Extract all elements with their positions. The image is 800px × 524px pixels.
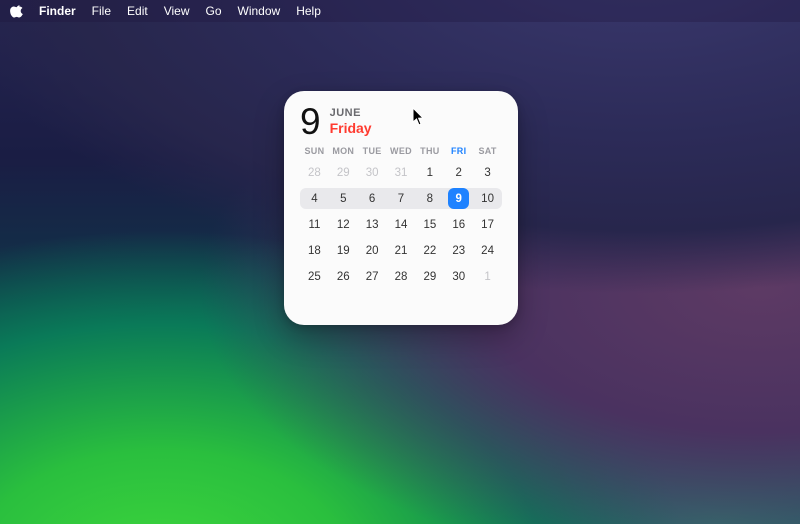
calendar-day-number: 1 [484,271,490,283]
calendar-day-number: 11 [308,219,320,231]
calendar-day[interactable]: 18 [300,238,329,263]
calendar-day[interactable]: 13 [358,212,387,237]
calendar-day-number: 29 [337,167,350,179]
calendar-day[interactable]: 21 [387,238,416,263]
menu-item-go[interactable]: Go [206,0,222,22]
calendar-day[interactable]: 12 [329,212,358,237]
calendar-dow-fri: FRI [444,146,473,156]
calendar-day[interactable]: 26 [329,264,358,289]
calendar-day-number: 4 [311,193,317,205]
calendar-day-number: 29 [423,271,436,283]
calendar-day[interactable]: 1 [415,160,444,185]
calendar-day-number: 15 [423,219,436,231]
calendar-day[interactable]: 6 [358,186,387,211]
calendar-day-number: 18 [308,245,321,257]
calendar-day-number: 6 [369,193,375,205]
calendar-day[interactable]: 8 [415,186,444,211]
calendar-day-number: 1 [427,167,433,179]
calendar-day[interactable]: 3 [473,160,502,185]
calendar-dow-mon: MON [329,146,358,156]
calendar-day-number: 3 [484,167,490,179]
calendar-day-number: 8 [427,193,433,205]
calendar-day[interactable]: 5 [329,186,358,211]
calendar-day-number: 24 [481,245,494,257]
menu-bar: Finder File Edit View Go Window Help [0,0,800,22]
calendar-day-number: 2 [456,167,462,179]
calendar-day[interactable]: 28 [387,264,416,289]
menu-app-name[interactable]: Finder [39,0,76,22]
calendar-day[interactable]: 1 [473,264,502,289]
calendar-day[interactable]: 16 [444,212,473,237]
calendar-day[interactable]: 10 [473,186,502,211]
calendar-dow-wed: WED [387,146,416,156]
calendar-day-number: 13 [366,219,379,231]
calendar-dow-thu: THU [415,146,444,156]
menu-item-edit[interactable]: Edit [127,0,148,22]
calendar-day[interactable]: 20 [358,238,387,263]
calendar-day-number: 30 [452,271,465,283]
calendar-header: 9 JUNE Friday [300,105,502,138]
calendar-month-label: JUNE [330,107,372,120]
calendar-day[interactable]: 17 [473,212,502,237]
menu-item-window[interactable]: Window [238,0,281,22]
calendar-day-number: 5 [340,193,346,205]
menu-item-view[interactable]: View [164,0,190,22]
calendar-day[interactable]: 15 [415,212,444,237]
calendar-day-number: 23 [452,245,465,257]
calendar-day-number: 9 [456,193,462,205]
calendar-day[interactable]: 2 [444,160,473,185]
calendar-day[interactable]: 28 [300,160,329,185]
calendar-day-today[interactable]: 9 [444,186,473,211]
calendar-day-number: 26 [337,271,350,283]
calendar-day-name: Friday [330,120,372,136]
calendar-day[interactable]: 30 [358,160,387,185]
calendar-big-day-number: 9 [300,105,320,138]
calendar-day[interactable]: 31 [387,160,416,185]
calendar-grid: 2829303112345678910111213141516171819202… [300,160,502,289]
calendar-day-number: 12 [337,219,350,231]
calendar-day[interactable]: 14 [387,212,416,237]
calendar-day-number: 20 [366,245,379,257]
calendar-widget[interactable]: 9 JUNE Friday SUN MON TUE WED THU FRI SA… [284,91,518,325]
calendar-day-number: 22 [423,245,436,257]
calendar-day-number: 19 [337,245,350,257]
calendar-day-number: 7 [398,193,404,205]
calendar-day-number: 27 [366,271,379,283]
calendar-day-number: 31 [395,167,408,179]
menu-item-help[interactable]: Help [296,0,321,22]
calendar-day[interactable]: 7 [387,186,416,211]
calendar-day-number: 28 [308,167,321,179]
calendar-day[interactable]: 29 [415,264,444,289]
calendar-day-number: 16 [452,219,465,231]
calendar-day-number: 28 [395,271,408,283]
calendar-dow-sun: SUN [300,146,329,156]
calendar-day[interactable]: 23 [444,238,473,263]
calendar-day[interactable]: 19 [329,238,358,263]
calendar-day-number: 25 [308,271,321,283]
calendar-day-number: 10 [481,193,494,205]
menu-item-file[interactable]: File [92,0,111,22]
calendar-day-number: 14 [395,219,408,231]
calendar-day[interactable]: 30 [444,264,473,289]
calendar-month-day: JUNE Friday [330,105,372,136]
calendar-day[interactable]: 25 [300,264,329,289]
calendar-day-number: 17 [481,219,494,231]
calendar-day-headers: SUN MON TUE WED THU FRI SAT [300,146,502,156]
calendar-day[interactable]: 22 [415,238,444,263]
calendar-dow-tue: TUE [358,146,387,156]
calendar-day-number: 21 [395,245,408,257]
calendar-day[interactable]: 4 [300,186,329,211]
calendar-day[interactable]: 27 [358,264,387,289]
calendar-day-number: 30 [366,167,379,179]
calendar-day[interactable]: 24 [473,238,502,263]
apple-logo-icon[interactable] [10,5,23,18]
calendar-dow-sat: SAT [473,146,502,156]
calendar-day[interactable]: 29 [329,160,358,185]
calendar-day[interactable]: 11 [300,212,329,237]
